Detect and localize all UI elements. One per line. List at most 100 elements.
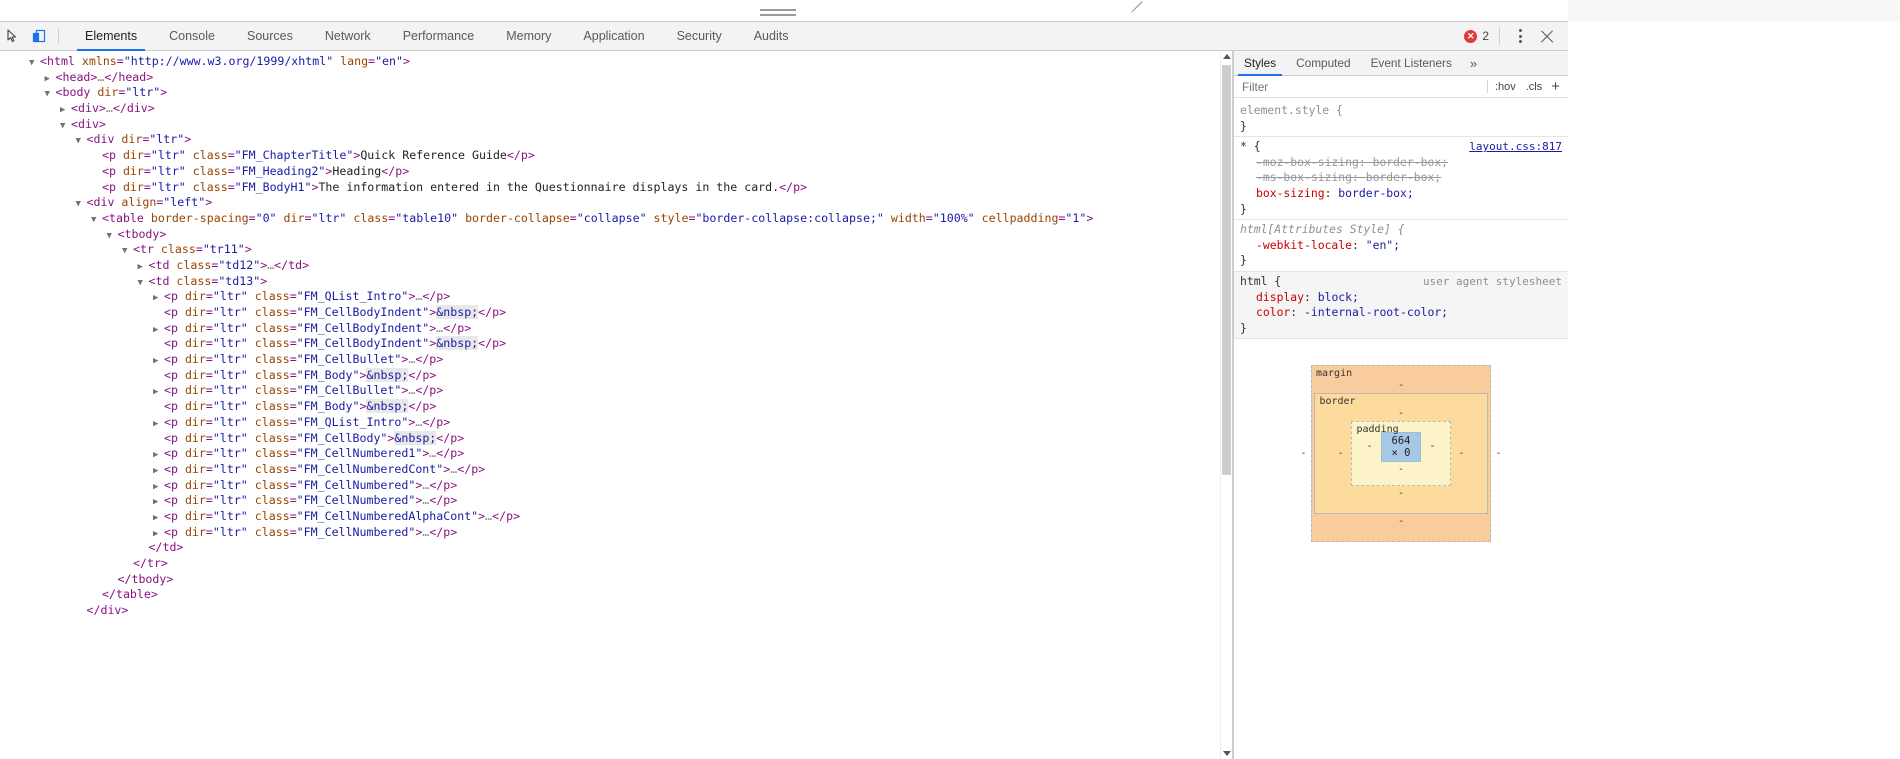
inspect-element-icon[interactable] xyxy=(0,23,26,49)
dom-node-line[interactable]: <p dir="ltr" class="FM_CellNumberedCont"… xyxy=(0,462,1232,478)
dom-node-line[interactable]: <html xmlns="http://www.w3.org/1999/xhtm… xyxy=(0,54,1232,70)
device-toolbar-icon[interactable] xyxy=(26,23,52,49)
dom-node-line[interactable]: <p dir="ltr" class="FM_CellBodyIndent">&… xyxy=(0,336,1232,352)
error-count-badge[interactable]: ✕ 2 xyxy=(1464,29,1489,43)
css-declaration[interactable]: box-sizing: border-box; xyxy=(1240,186,1568,202)
window-drag-handle[interactable] xyxy=(760,9,796,16)
dom-node-line[interactable]: </tr> xyxy=(0,556,1232,572)
dom-token-tag: <p xyxy=(164,336,185,351)
dom-token-attr: dir xyxy=(184,493,206,508)
tab-audits[interactable]: Audits xyxy=(738,22,805,51)
dom-node-line[interactable]: <p dir="ltr" class="FM_QList_Intro">…</p… xyxy=(0,415,1232,431)
new-style-rule-button[interactable]: + xyxy=(1547,79,1564,94)
dom-node-line[interactable]: </tbody> xyxy=(0,572,1232,588)
resize-grip-icon[interactable] xyxy=(1125,1,1143,18)
box-model-border[interactable]: border - - padding - 664 × 0 - - - - xyxy=(1314,393,1488,515)
dom-node-line[interactable]: <tr class="tr11"> xyxy=(0,242,1232,258)
css-property-name[interactable]: color xyxy=(1256,305,1290,319)
dom-node-line[interactable]: <p dir="ltr" class="FM_QList_Intro">…</p… xyxy=(0,289,1232,305)
css-property-value[interactable]: border-box; xyxy=(1373,155,1448,169)
css-property-name[interactable]: display xyxy=(1256,290,1304,304)
tab-performance[interactable]: Performance xyxy=(387,22,491,51)
css-property-value[interactable]: border-box; xyxy=(1366,170,1441,184)
dom-node-line[interactable]: <body dir="ltr"> xyxy=(0,85,1232,101)
dom-node-line[interactable]: <head>…</head> xyxy=(0,70,1232,86)
scroll-down-arrow-icon[interactable] xyxy=(1223,751,1231,756)
element-classes-button[interactable]: .cls xyxy=(1521,81,1548,93)
more-tabs-icon[interactable]: » xyxy=(1462,51,1485,75)
styles-filter-input[interactable] xyxy=(1238,78,1485,95)
dom-node-line[interactable]: <div> xyxy=(0,117,1232,133)
css-declaration[interactable]: color: -internal-root-color; xyxy=(1240,305,1568,321)
css-property-value[interactable]: border-box; xyxy=(1338,186,1413,200)
dom-node-line[interactable]: <p dir="ltr" class="FM_CellNumbered">…</… xyxy=(0,478,1232,494)
dom-node-line[interactable]: <p dir="ltr" class="FM_CellBullet">…</p> xyxy=(0,352,1232,368)
rule-selector[interactable]: element.style { xyxy=(1240,103,1568,119)
tab-computed[interactable]: Computed xyxy=(1286,51,1360,76)
css-declaration[interactable]: -webkit-locale: "en"; xyxy=(1240,238,1568,254)
kebab-menu-icon[interactable] xyxy=(1510,26,1530,46)
tab-event-listeners[interactable]: Event Listeners xyxy=(1361,51,1462,76)
scroll-up-arrow-icon[interactable] xyxy=(1223,54,1231,59)
tab-console[interactable]: Console xyxy=(153,22,231,51)
dom-node-line[interactable]: <p dir="ltr" class="FM_CellNumbered">…</… xyxy=(0,525,1232,541)
dom-node-line[interactable]: <div dir="ltr"> xyxy=(0,132,1232,148)
dom-node-line[interactable]: </td> xyxy=(0,540,1232,556)
stylesheet-source-link[interactable]: layout.css:817 xyxy=(1469,139,1562,155)
dom-node-line[interactable]: </div> xyxy=(0,603,1232,619)
dom-node-line[interactable]: <p dir="ltr" class="FM_CellNumberedAlpha… xyxy=(0,509,1232,525)
dom-node-line[interactable]: <p dir="ltr" class="FM_CellNumbered1">…<… xyxy=(0,446,1232,462)
dom-node-line[interactable]: <td class="td13"> xyxy=(0,274,1232,290)
css-property-name[interactable]: -ms-box-sizing xyxy=(1256,170,1352,184)
dom-node-line[interactable]: <p dir="ltr" class="FM_Heading2">Heading… xyxy=(0,164,1232,180)
box-model-diagram[interactable]: margin - - border - - padding - 664 × 0 … xyxy=(1300,365,1502,543)
scrollbar-thumb[interactable] xyxy=(1222,65,1231,475)
tab-styles[interactable]: Styles xyxy=(1234,51,1286,76)
css-property-name[interactable]: -moz-box-sizing xyxy=(1256,155,1359,169)
dom-node-line[interactable]: <table border-spacing="0" dir="ltr" clas… xyxy=(0,211,1232,227)
dom-node-line[interactable]: <p dir="ltr" class="FM_CellNumbered">…</… xyxy=(0,493,1232,509)
dom-token-tag: = xyxy=(289,289,297,304)
css-property-value[interactable]: block; xyxy=(1318,290,1359,304)
dom-token-tag xyxy=(248,336,255,350)
dom-node-line[interactable]: <p dir="ltr" class="FM_CellBody">&nbsp;<… xyxy=(0,430,1232,447)
dom-node-line[interactable]: <p dir="ltr" class="FM_BodyH1">The infor… xyxy=(0,180,1232,196)
tab-memory[interactable]: Memory xyxy=(490,22,567,51)
css-declaration[interactable]: -moz-box-sizing: border-box; xyxy=(1240,155,1568,171)
dom-node-line[interactable]: </table> xyxy=(0,587,1232,603)
force-state-button[interactable]: :hov xyxy=(1490,81,1521,93)
dom-token-tag: </p> xyxy=(492,508,521,523)
close-icon[interactable] xyxy=(1536,25,1558,47)
elements-dom-tree[interactable]: <html xmlns = "http://www.w3.org/1999/xhtm… xyxy=(0,51,1232,759)
box-model-content-size[interactable]: 664 × 0 xyxy=(1380,432,1422,463)
box-model-padding[interactable]: padding - 664 × 0 - - xyxy=(1351,421,1451,487)
css-property-name[interactable]: box-sizing xyxy=(1256,186,1325,200)
css-declaration[interactable]: display: block; xyxy=(1240,290,1568,306)
html-ua-rule[interactable]: user agent stylesheet html {display: bloc… xyxy=(1234,271,1568,340)
html-attributes-style-rule[interactable]: html[Attributes Style] {-webkit-locale: … xyxy=(1234,220,1568,272)
tab-security[interactable]: Security xyxy=(661,22,738,51)
dom-node-line[interactable]: <tbody> xyxy=(0,227,1232,243)
css-property-value[interactable]: "en"; xyxy=(1366,238,1400,252)
tab-application[interactable]: Application xyxy=(567,22,660,51)
css-property-name[interactable]: -webkit-locale xyxy=(1256,238,1352,252)
dom-node-line[interactable]: <div>…</div> xyxy=(0,101,1232,117)
tab-elements[interactable]: Elements xyxy=(69,22,153,51)
css-property-value[interactable]: -internal-root-color; xyxy=(1304,305,1448,319)
dom-node-line[interactable]: <p dir="ltr" class="FM_CellBodyIndent">&… xyxy=(0,305,1232,321)
css-declaration[interactable]: -ms-box-sizing: border-box; xyxy=(1240,170,1568,186)
dom-node-line[interactable]: <td class="td12">…</td> xyxy=(0,258,1232,274)
element-style-rule[interactable]: element.style {} xyxy=(1234,101,1568,138)
dom-node-line[interactable]: <p dir="ltr" class="FM_ChapterTitle">Qui… xyxy=(0,148,1232,164)
rule-selector[interactable]: html[Attributes Style] { xyxy=(1240,222,1568,238)
dom-node-line[interactable]: <p dir="ltr" class="FM_Body">&nbsp;</p> xyxy=(0,399,1232,415)
dom-node-line[interactable]: <p dir="ltr" class="FM_Body">&nbsp;</p> xyxy=(0,367,1232,384)
dom-tree-scrollbar[interactable] xyxy=(1220,51,1232,759)
box-model-margin[interactable]: margin - - border - - padding - 664 × 0 … xyxy=(1300,365,1502,543)
dom-node-line[interactable]: <p dir="ltr" class="FM_CellBullet">…</p> xyxy=(0,383,1232,399)
universal-selector-rule[interactable]: layout.css:817 * {-moz-box-sizing: border… xyxy=(1234,137,1568,221)
dom-node-line[interactable]: <p dir="ltr" class="FM_CellBodyIndent">…… xyxy=(0,321,1232,337)
dom-node-line[interactable]: <div align="left"> xyxy=(0,195,1232,211)
tab-sources[interactable]: Sources xyxy=(231,22,309,51)
tab-network[interactable]: Network xyxy=(309,22,387,51)
